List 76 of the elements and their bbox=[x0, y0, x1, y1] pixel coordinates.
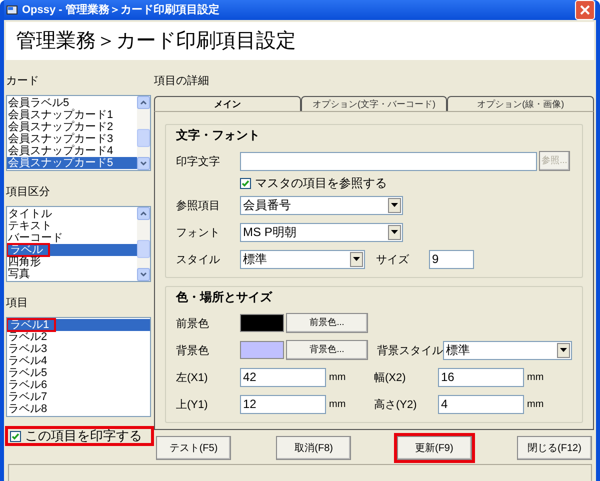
field-label: サイズ bbox=[376, 254, 409, 266]
list-item[interactable]: ラベル2 bbox=[7, 331, 150, 343]
list-item[interactable]: ラベル8 bbox=[7, 403, 150, 415]
list-item[interactable]: 会員スナップカード3 bbox=[7, 133, 137, 145]
unit-label: mm bbox=[329, 398, 346, 412]
input-field[interactable]: 12 bbox=[240, 394, 326, 414]
list-label: 項目 bbox=[6, 297, 28, 309]
input-field[interactable]: 42 bbox=[240, 368, 326, 386]
field-label: 左(X1) bbox=[176, 372, 208, 384]
list-item[interactable]: 四角形 bbox=[7, 256, 137, 268]
field-label: スタイル bbox=[176, 254, 220, 266]
dropdown[interactable]: 会員番号 bbox=[240, 196, 403, 214]
list-item[interactable]: 会員スナップカード5 bbox=[7, 157, 137, 169]
field-label: 参照項目 bbox=[176, 200, 220, 212]
color-button[interactable]: 背景色... bbox=[286, 340, 368, 360]
unit-label: mm bbox=[527, 370, 544, 384]
button[interactable]: 閉じる(F12) bbox=[516, 436, 592, 460]
list-item[interactable]: ラベル7 bbox=[7, 391, 150, 403]
button[interactable]: 取消(F8) bbox=[276, 436, 352, 460]
checkbox[interactable]: この項目を印字する bbox=[8, 429, 151, 443]
button[interactable]: テスト(F5) bbox=[156, 436, 231, 460]
list-item[interactable]: 会員スナップカード1 bbox=[7, 109, 137, 121]
field-label: 前景色 bbox=[176, 318, 209, 330]
field-label: 高さ(Y2) bbox=[374, 399, 417, 411]
field-label: 印字文字 bbox=[176, 156, 220, 168]
button[interactable]: 更新(F9) bbox=[396, 436, 472, 460]
list-item[interactable]: ラベル bbox=[7, 244, 137, 256]
section-label: 項目の詳細 bbox=[154, 75, 209, 87]
list-item[interactable]: テキスト bbox=[7, 220, 137, 232]
list-item[interactable]: 写真 bbox=[7, 268, 137, 280]
dropdown-arrow-icon bbox=[560, 348, 567, 352]
tab[interactable]: メイン bbox=[154, 96, 301, 111]
group-title: 色・場所とサイズ bbox=[176, 290, 274, 305]
list-item[interactable]: ラベル6 bbox=[7, 379, 150, 391]
list-item[interactable]: ラベル5 bbox=[7, 367, 150, 379]
dropdown[interactable]: MS P明朝 bbox=[240, 222, 403, 242]
input-field[interactable]: 4 bbox=[438, 394, 524, 414]
dropdown[interactable]: 標準 bbox=[240, 250, 365, 268]
field-label: 背景色 bbox=[176, 345, 209, 357]
app-icon bbox=[6, 4, 18, 16]
scrollbar[interactable] bbox=[137, 96, 150, 170]
dropdown[interactable]: 標準 bbox=[443, 340, 572, 360]
group-title: 文字・フォント bbox=[176, 128, 261, 143]
tab[interactable]: オプション(文字・バーコード) bbox=[300, 96, 448, 111]
list-item[interactable]: 会員スナップカード2 bbox=[7, 121, 137, 133]
list-item[interactable]: タイトル bbox=[7, 208, 137, 220]
input-field[interactable]: 9 bbox=[429, 250, 474, 268]
field-label: 背景スタイル bbox=[377, 345, 443, 357]
field-label: 上(Y1) bbox=[176, 399, 208, 411]
dropdown-arrow-icon bbox=[391, 230, 398, 234]
tab[interactable]: オプション(線・画像) bbox=[447, 96, 594, 111]
input-field[interactable]: 16 bbox=[438, 368, 524, 386]
scrollbar[interactable] bbox=[137, 207, 150, 281]
list-item[interactable]: 会員スナップカード4 bbox=[7, 145, 137, 157]
list-item[interactable]: ラベル3 bbox=[7, 343, 150, 355]
checkbox[interactable]: マスタの項目を参照する bbox=[240, 176, 387, 190]
field-label: 幅(X2) bbox=[374, 372, 406, 384]
list-label: カード bbox=[6, 75, 39, 87]
list-item[interactable]: ラベル4 bbox=[7, 355, 150, 367]
dropdown-arrow-icon bbox=[353, 257, 360, 261]
unit-label: mm bbox=[527, 398, 544, 412]
close-button[interactable] bbox=[575, 0, 595, 20]
checkmark-icon bbox=[11, 432, 20, 440]
list-item[interactable]: ラベル1 bbox=[7, 319, 150, 331]
window-title: Opssy - 管理業務＞カード印刷項目設定 bbox=[22, 2, 220, 18]
color-button[interactable]: 前景色... bbox=[286, 313, 368, 333]
list-item[interactable]: 会員ラベル5 bbox=[7, 97, 137, 109]
text-field[interactable] bbox=[240, 152, 537, 170]
checkmark-icon bbox=[241, 178, 250, 188]
unit-label: mm bbox=[329, 370, 346, 384]
dropdown-arrow-icon bbox=[391, 203, 398, 207]
page-heading: 管理業務＞カード印刷項目設定 bbox=[16, 29, 296, 54]
list-label: 項目区分 bbox=[6, 186, 50, 198]
field-label: フォント bbox=[176, 227, 220, 239]
close-icon bbox=[580, 5, 590, 15]
list-item[interactable]: バーコード bbox=[7, 232, 137, 244]
